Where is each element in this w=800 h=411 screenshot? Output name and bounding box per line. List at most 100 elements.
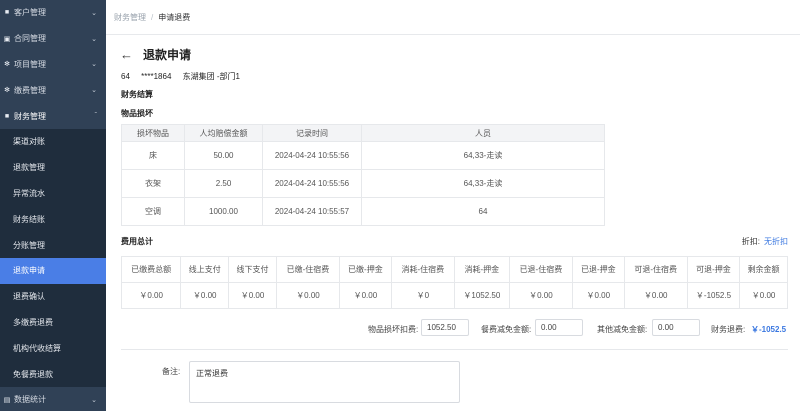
- customer-phone: ****1864: [141, 72, 172, 81]
- sidebar-item-projects[interactable]: ✻ 项目管理 ⌄: [0, 52, 106, 78]
- breadcrumb-separator: /: [151, 12, 154, 22]
- sidebar-subitem-split[interactable]: 分账管理: [0, 232, 106, 258]
- sidebar-subitem-refund-manage[interactable]: 退款管理: [0, 154, 106, 181]
- damage-deduction-label: 物品损坏扣费:: [368, 325, 419, 334]
- sidebar-item-finance[interactable]: ■ 财务管理 ˆ: [0, 103, 106, 129]
- column-header: 记录时间: [262, 124, 362, 142]
- sidebar-subitem-refund-apply[interactable]: 退款申请: [0, 257, 106, 284]
- gear-icon: ✻: [4, 61, 10, 69]
- column-header: 消耗-住宿费: [390, 256, 455, 283]
- fee-total-table: 已缴费总额 线上支付 线下支付 已缴-住宿费 已缴-押金 消耗-住宿费 消耗-押…: [120, 256, 788, 309]
- sidebar-subitem-finance-close[interactable]: 财务结账: [0, 206, 106, 233]
- chevron-down-icon: ⌄: [91, 35, 97, 43]
- sidebar-item-stats[interactable]: ▤ 数据统计 ⌄: [0, 387, 106, 411]
- finance-refund-value: ￥-1052.5: [751, 325, 787, 334]
- column-header: 已缴费总额: [120, 256, 182, 283]
- sidebar-subitem-label: 退款申请: [13, 266, 45, 276]
- sidebar-subitem-label: 机构代收结算: [13, 343, 61, 353]
- sidebar-item-label: 缴费管理: [14, 85, 46, 95]
- sidebar-subitem-channel-reconcile[interactable]: 渠道对账: [0, 128, 106, 155]
- sidebar-item-customers[interactable]: ■ 客户管理 ⌄: [0, 0, 106, 26]
- sidebar-subitem-abnormal-flow[interactable]: 异常流水: [0, 180, 106, 207]
- table-header-row: 已缴费总额 线上支付 线下支付 已缴-住宿费 已缴-押金 消耗-住宿费 消耗-押…: [120, 256, 788, 283]
- sidebar-subitem-label: 异常流水: [13, 188, 45, 198]
- meal-reduction-input[interactable]: 0.00: [535, 319, 583, 336]
- sidebar-item-label: 财务管理: [14, 111, 46, 121]
- folder-icon: ▣: [3, 35, 11, 43]
- table-cell: ￥0.00: [739, 282, 788, 309]
- section-damage-title: 物品损坏: [121, 109, 153, 118]
- table-row: 衣架 2.50 2024-04-24 10:55:56 64,33-走读: [121, 169, 605, 198]
- table-cell: ￥-1052.5: [686, 282, 741, 309]
- column-header: 人均赔偿金额: [184, 124, 263, 142]
- user-icon: ■: [4, 112, 10, 120]
- column-header: 可退-住宿费: [623, 256, 688, 283]
- deduction-row: 物品损坏扣费: 1052.50 餐费减免金额: 0.00 其他减免金额: 0.0…: [106, 319, 800, 339]
- customer-org: 东湖集团 -部门1: [182, 72, 240, 81]
- breadcrumb: 财务管理 / 申请退费: [106, 0, 800, 35]
- table-cell: ￥0.00: [339, 282, 392, 309]
- customer-info: 64 ****1864 东湖集团 -部门1: [121, 71, 249, 82]
- damage-deduction-input[interactable]: 1052.50: [421, 319, 469, 336]
- sidebar-subitem-agency-settle[interactable]: 机构代收结算: [0, 335, 106, 362]
- chevron-down-icon: ⌄: [91, 396, 97, 404]
- table-cell: ￥0.00: [180, 282, 230, 309]
- breadcrumb-parent[interactable]: 财务管理: [114, 12, 146, 23]
- column-header: 线下支付: [228, 256, 277, 283]
- sidebar-subitem-label: 退费确认: [13, 292, 45, 302]
- sidebar-subitem-label: 免餐费退款: [13, 369, 53, 379]
- table-cell: 50.00: [184, 141, 263, 170]
- table-cell: 64,33-走读: [361, 141, 605, 170]
- table-cell: ￥0.00: [228, 282, 277, 309]
- chevron-up-icon: ˆ: [94, 112, 97, 120]
- sidebar-subitem-overpay-refund[interactable]: 多缴费退费: [0, 309, 106, 336]
- table-cell: ￥0.00: [120, 282, 182, 309]
- sidebar-subitem-label: 渠道对账: [13, 137, 45, 147]
- column-header: 已退-押金: [572, 256, 625, 283]
- table-cell: 2024-04-24 10:55:56: [262, 169, 362, 198]
- table-cell: 64: [361, 197, 605, 226]
- sidebar-subitem-meal-refund[interactable]: 免餐费退款: [0, 361, 106, 387]
- column-header: 可退-押金: [686, 256, 741, 283]
- main-content: ← 退款申请 64 ****1864 东湖集团 -部门1 财务结算 物品损坏 损…: [106, 35, 800, 411]
- table-row: 床 50.00 2024-04-24 10:55:56 64,33-走读: [121, 141, 605, 170]
- sidebar-subitem-label: 财务结账: [13, 214, 45, 224]
- column-header: 消耗-押金: [453, 256, 510, 283]
- sidebar-item-label: 项目管理: [14, 59, 46, 69]
- chevron-down-icon: ⌄: [91, 9, 97, 17]
- table-cell: 64,33-走读: [361, 169, 605, 198]
- chevron-down-icon: ⌄: [91, 87, 97, 95]
- table-row: ￥0.00 ￥0.00 ￥0.00 ￥0.00 ￥0.00 ￥0 ￥1052.5…: [120, 282, 788, 309]
- sidebar-subitem-label: 多缴费退费: [13, 317, 53, 327]
- remark-textarea[interactable]: 正常退费: [189, 361, 460, 403]
- sidebar-item-label: 合同管理: [14, 34, 46, 44]
- page-header: ← 退款申请: [120, 46, 191, 63]
- table-cell: 1000.00: [184, 197, 263, 226]
- table-cell: 床: [121, 141, 185, 170]
- column-header: 已缴-押金: [339, 256, 392, 283]
- gear-icon: ✻: [4, 87, 10, 95]
- discount-link[interactable]: 无折扣: [764, 237, 788, 246]
- table-cell: ￥1052.50: [453, 282, 510, 309]
- back-arrow-icon[interactable]: ←: [120, 47, 133, 62]
- table-cell: 衣架: [121, 169, 185, 198]
- sidebar-item-label: 数据统计: [14, 395, 46, 405]
- table-cell: 2.50: [184, 169, 263, 198]
- table-cell: ￥0: [390, 282, 455, 309]
- customer-id: 64: [121, 72, 130, 81]
- chevron-down-icon: ⌄: [91, 61, 97, 69]
- discount-info: 折扣: 无折扣: [742, 236, 788, 247]
- meal-reduction-label: 餐费减免金额:: [481, 325, 532, 334]
- sidebar-subitem-label: 退款管理: [13, 163, 45, 173]
- breadcrumb-current: 申请退费: [158, 12, 191, 22]
- sidebar-item-contracts[interactable]: ▣ 合同管理 ⌄: [0, 26, 106, 52]
- remark-label: 备注:: [162, 367, 181, 376]
- table-cell: ￥0.00: [623, 282, 688, 309]
- column-header: 人员: [361, 124, 605, 142]
- other-reduction-input[interactable]: 0.00: [652, 319, 700, 336]
- sidebar-item-payments[interactable]: ✻ 缴费管理 ⌄: [0, 77, 106, 103]
- section-finance-title: 财务结算: [121, 90, 153, 99]
- column-header: 已退-住宿费: [508, 256, 574, 283]
- table-row: 空调 1000.00 2024-04-24 10:55:57 64: [121, 197, 605, 226]
- sidebar-subitem-refund-confirm[interactable]: 退费确认: [0, 283, 106, 310]
